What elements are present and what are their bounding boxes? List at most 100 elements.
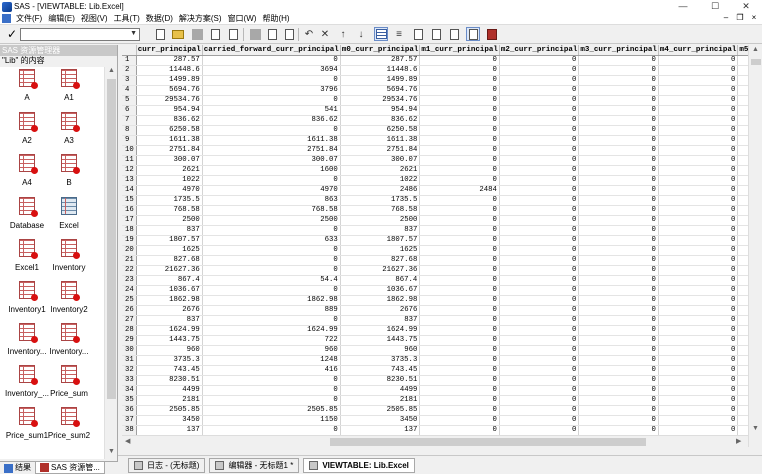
doc-close-icon[interactable]: × bbox=[748, 13, 760, 22]
table-attributes-icon[interactable] bbox=[429, 27, 443, 41]
dataset-item[interactable]: Inventory1 bbox=[4, 281, 50, 321]
table-cell[interactable]: 0 bbox=[578, 175, 659, 186]
scroll-down-icon[interactable]: ▼ bbox=[752, 425, 759, 432]
table-cell[interactable]: 827.68 bbox=[340, 255, 421, 266]
table-cell[interactable]: 2751.84 bbox=[202, 145, 341, 156]
table-row[interactable]: 381370137000000 bbox=[122, 425, 762, 435]
table-cell[interactable]: 1807.57 bbox=[136, 235, 203, 246]
table-cell[interactable]: 0 bbox=[499, 265, 580, 276]
table-cell[interactable]: 0 bbox=[658, 75, 739, 86]
doc-minimize-icon[interactable]: – bbox=[720, 13, 732, 22]
table-cell[interactable]: 837 bbox=[340, 315, 421, 326]
table-cell[interactable]: 0 bbox=[419, 425, 500, 435]
cut-icon[interactable] bbox=[248, 27, 262, 41]
table-cell[interactable]: 0 bbox=[658, 245, 739, 256]
dataset-item[interactable]: B bbox=[46, 154, 92, 194]
table-cell[interactable]: 0 bbox=[499, 215, 580, 226]
row-number[interactable]: 33 bbox=[122, 375, 137, 386]
table-cell[interactable]: 0 bbox=[658, 345, 739, 356]
column-header[interactable]: curr_principal bbox=[136, 45, 203, 56]
table-cell[interactable]: 1611.38 bbox=[340, 135, 421, 146]
document-menu-icon[interactable] bbox=[2, 14, 11, 23]
table-cell[interactable]: 0 bbox=[658, 165, 739, 176]
table-cell[interactable]: 54.4 bbox=[202, 275, 341, 286]
table-cell[interactable]: 1624.99 bbox=[340, 325, 421, 336]
table-cell[interactable]: 0 bbox=[499, 195, 580, 206]
table-cell[interactable]: 0 bbox=[419, 295, 500, 306]
table-cell[interactable]: 21627.36 bbox=[136, 265, 203, 276]
table-cell[interactable]: 0 bbox=[499, 115, 580, 126]
table-cell[interactable]: 0 bbox=[419, 335, 500, 346]
table-cell[interactable]: 4499 bbox=[136, 385, 203, 396]
menu-help[interactable]: 帮助(H) bbox=[259, 13, 292, 24]
taskbar-viewtable[interactable]: VIEWTABLE: Lib.Excel bbox=[303, 457, 415, 473]
column-header[interactable]: m2_curr_principal bbox=[499, 45, 580, 56]
table-cell[interactable]: 0 bbox=[202, 225, 341, 236]
tab-results[interactable]: 结果 bbox=[0, 462, 35, 474]
column-attributes-icon[interactable] bbox=[411, 27, 425, 41]
table-cell[interactable]: 0 bbox=[419, 395, 500, 406]
table-cell[interactable]: 3450 bbox=[340, 415, 421, 426]
row-number[interactable]: 35 bbox=[122, 395, 137, 406]
table-cell[interactable]: 1036.67 bbox=[136, 285, 203, 296]
table-row[interactable]: 211448.6369411448.6000000 bbox=[122, 65, 762, 76]
table-cell[interactable]: 541 bbox=[202, 105, 341, 116]
minimize-icon[interactable]: — bbox=[668, 0, 698, 13]
table-row[interactable]: 1287.570287.57000000 bbox=[122, 55, 762, 66]
table-cell[interactable]: 2181 bbox=[340, 395, 421, 406]
row-number[interactable]: 1 bbox=[122, 55, 137, 66]
table-cell[interactable]: 5694.76 bbox=[340, 85, 421, 96]
table-cell[interactable]: 0 bbox=[419, 105, 500, 116]
open-folder-icon[interactable] bbox=[171, 27, 185, 41]
table-cell[interactable]: 0 bbox=[578, 105, 659, 116]
row-number[interactable]: 19 bbox=[122, 235, 137, 246]
table-cell[interactable]: 0 bbox=[499, 65, 580, 76]
row-number[interactable]: 5 bbox=[122, 95, 137, 106]
dataset-item[interactable]: Excel bbox=[46, 197, 92, 237]
table-row[interactable]: 34449904499000000 bbox=[122, 385, 762, 396]
table-cell[interactable]: 21627.36 bbox=[340, 265, 421, 276]
table-cell[interactable]: 0 bbox=[499, 385, 580, 396]
sort-ascending-icon[interactable]: ↑ bbox=[336, 27, 350, 41]
menu-data[interactable]: 数据(D) bbox=[143, 13, 176, 24]
table-cell[interactable]: 0 bbox=[499, 85, 580, 96]
dataset-item[interactable]: Inventory... bbox=[46, 323, 92, 363]
table-cell[interactable]: 0 bbox=[499, 225, 580, 236]
table-cell[interactable]: 0 bbox=[578, 385, 659, 396]
table-cell[interactable]: 0 bbox=[578, 265, 659, 276]
table-cell[interactable]: 836.62 bbox=[136, 115, 203, 126]
table-cell[interactable]: 0 bbox=[658, 65, 739, 76]
table-cell[interactable]: 416 bbox=[202, 365, 341, 376]
table-hscroll-thumb[interactable] bbox=[330, 438, 646, 446]
table-cell[interactable]: 0 bbox=[419, 145, 500, 156]
table-cell[interactable]: 0 bbox=[658, 255, 739, 266]
table-cell[interactable]: 0 bbox=[499, 175, 580, 186]
print-icon[interactable] bbox=[208, 27, 222, 41]
table-cell[interactable]: 29534.76 bbox=[136, 95, 203, 106]
dataset-item[interactable]: Database bbox=[4, 197, 50, 237]
table-cell[interactable]: 1624.99 bbox=[136, 325, 203, 336]
table-cell[interactable]: 1022 bbox=[136, 175, 203, 186]
dataset-item[interactable]: Inventory_... bbox=[4, 365, 50, 405]
table-cell[interactable]: 1862.98 bbox=[202, 295, 341, 306]
row-number[interactable]: 37 bbox=[122, 415, 137, 426]
table-row[interactable]: 2626768892676000000 bbox=[122, 305, 762, 316]
table-cell[interactable]: 722 bbox=[202, 335, 341, 346]
taskbar-log[interactable]: 日志 - (无标题) bbox=[128, 457, 206, 473]
table-cell[interactable]: 5694.76 bbox=[136, 85, 203, 96]
table-cell[interactable]: 2505.85 bbox=[202, 405, 341, 416]
table-cell[interactable]: 0 bbox=[658, 85, 739, 96]
table-cell[interactable]: 0 bbox=[202, 425, 341, 435]
table-cell[interactable]: 0 bbox=[419, 175, 500, 186]
table-cell[interactable]: 3735.3 bbox=[340, 355, 421, 366]
table-cell[interactable]: 0 bbox=[499, 405, 580, 416]
table-cell[interactable]: 0 bbox=[658, 115, 739, 126]
table-cell[interactable]: 300.07 bbox=[340, 155, 421, 166]
column-header[interactable]: m4_curr_principal bbox=[658, 45, 739, 56]
table-cell[interactable]: 0 bbox=[499, 155, 580, 166]
table-cell[interactable]: 0 bbox=[419, 415, 500, 426]
table-row[interactable]: 14497049702486248400000 bbox=[122, 185, 762, 196]
table-cell[interactable]: 0 bbox=[578, 55, 659, 66]
menu-window[interactable]: 窗口(W) bbox=[225, 13, 260, 24]
table-cell[interactable]: 837 bbox=[340, 225, 421, 236]
